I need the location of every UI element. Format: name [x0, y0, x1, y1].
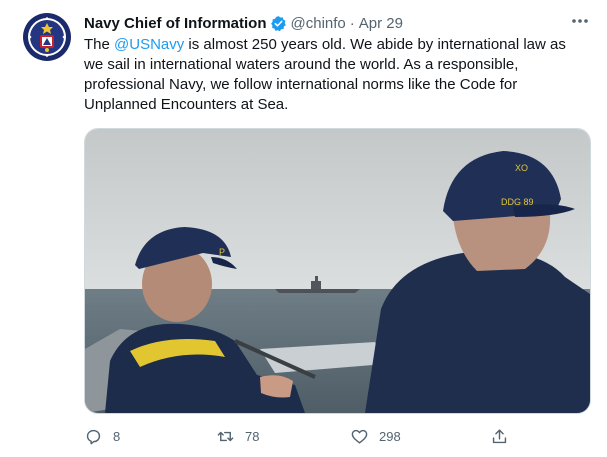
- tweet-header: Navy Chief of Information @chinfo · Apr …: [84, 12, 587, 34]
- tweet-text-start: The: [84, 36, 115, 53]
- more-options-icon[interactable]: [569, 12, 591, 30]
- mention-link[interactable]: @USNavy: [114, 36, 184, 53]
- reply-button[interactable]: 8: [84, 422, 120, 450]
- like-count: 298: [379, 428, 401, 444]
- retweet-icon: [216, 427, 235, 446]
- tweet-photo[interactable]: P XO DDG 89: [84, 128, 591, 414]
- author-name[interactable]: Navy Chief of Information: [84, 15, 267, 32]
- like-button[interactable]: 298: [350, 422, 401, 450]
- retweet-button[interactable]: 78: [216, 422, 259, 450]
- ship-deck-photo: P XO DDG 89: [85, 129, 590, 413]
- reply-count: 8: [113, 428, 121, 444]
- tweet-date[interactable]: Apr 29: [359, 15, 403, 32]
- svg-text:P: P: [219, 247, 225, 257]
- cap-patch-xo: XO: [515, 163, 528, 173]
- avatar[interactable]: [22, 12, 72, 62]
- tweet-actions: 8 78 298: [84, 422, 584, 450]
- navy-seal-logo: [23, 13, 71, 61]
- separator-dot: ·: [349, 14, 355, 32]
- share-icon: [490, 427, 509, 446]
- like-icon: [350, 427, 369, 446]
- retweet-count: 78: [245, 428, 260, 444]
- reply-icon: [84, 427, 103, 446]
- author-handle[interactable]: @chinfo: [291, 15, 346, 32]
- share-button[interactable]: [490, 422, 509, 450]
- tweet-card[interactable]: Navy Chief of Information @chinfo · Apr …: [0, 0, 607, 457]
- verified-badge-icon: [270, 15, 287, 32]
- cap-patch-ddg: DDG 89: [501, 197, 534, 207]
- tweet-text: The @USNavy is almost 250 years old. We …: [84, 35, 584, 115]
